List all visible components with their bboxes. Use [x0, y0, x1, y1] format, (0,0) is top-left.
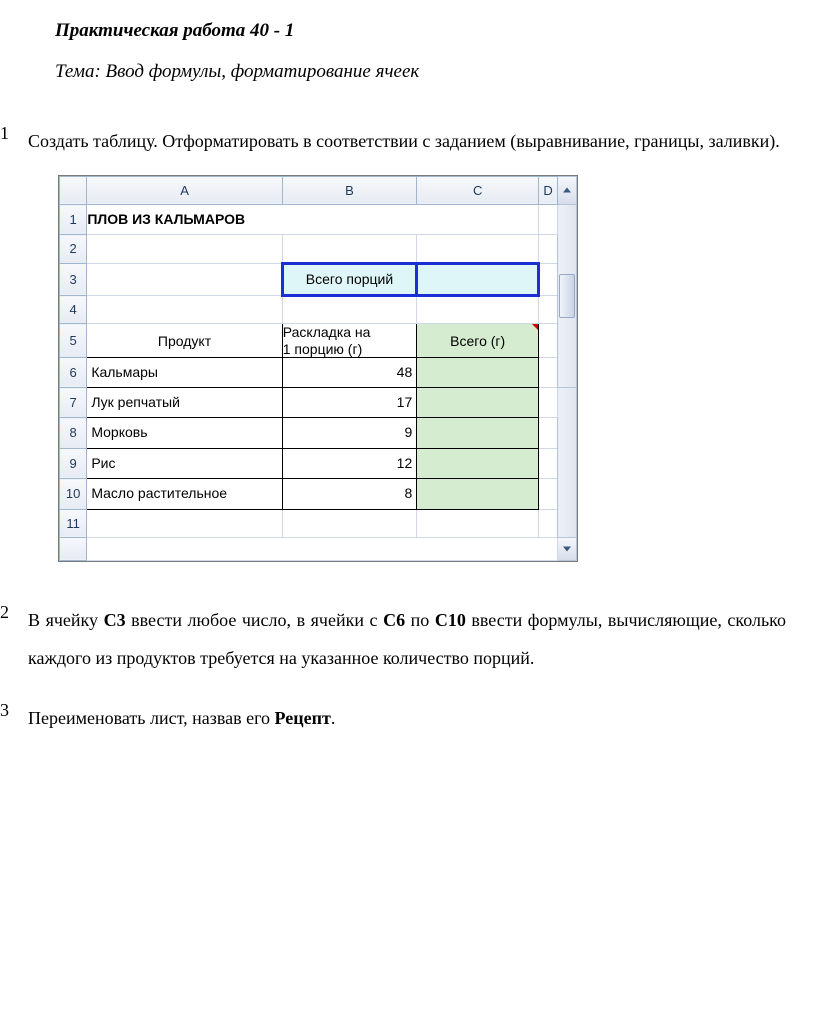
cell-D11[interactable] — [539, 509, 558, 537]
cell-C10[interactable] — [417, 479, 539, 509]
cell-A5[interactable]: Продукт — [87, 324, 282, 357]
cell-D3[interactable] — [539, 263, 558, 295]
task-num: 2 — [0, 602, 28, 678]
cell-A7[interactable]: Лук репчатый — [87, 388, 282, 418]
cell-ref-C6: С6 — [383, 610, 405, 630]
cell-B8[interactable]: 9 — [282, 418, 417, 448]
text: В ячейку — [28, 610, 104, 630]
cell-D8[interactable] — [539, 418, 558, 448]
col-header-D[interactable]: D — [539, 176, 558, 204]
cell-B10[interactable]: 8 — [282, 479, 417, 509]
cell-A3[interactable] — [87, 263, 282, 295]
row-header-4[interactable]: 4 — [60, 296, 87, 324]
row-header-10[interactable]: 10 — [60, 479, 87, 509]
select-all-corner[interactable] — [60, 176, 87, 204]
cell-B5-line2: 1 порцию (г) — [283, 341, 363, 357]
cell-D10[interactable] — [539, 479, 558, 509]
task-body: В ячейку С3 ввести любое число, в ячейки… — [28, 602, 786, 678]
text: по — [405, 610, 435, 630]
cell-D1[interactable] — [539, 205, 558, 235]
scroll-up-button[interactable] — [558, 176, 577, 204]
task-body: Создать таблицу. Отформатировать в соотв… — [28, 123, 786, 580]
task-item-3: 3 Переименовать лист, назвав его Рецепт. — [0, 700, 786, 738]
task-num: 1 — [0, 123, 28, 580]
task-body: Переименовать лист, назвав его Рецепт. — [28, 700, 786, 738]
cell-A11[interactable] — [87, 509, 282, 537]
col-header-B[interactable]: B — [282, 176, 417, 204]
cell-C8[interactable] — [417, 418, 539, 448]
cell-C11[interactable] — [417, 509, 539, 537]
cell-B5-line1: Раскладка на — [283, 324, 371, 340]
cell-ref-C10: С10 — [435, 610, 466, 630]
cell-D9[interactable] — [539, 448, 558, 478]
cell-C3[interactable] — [417, 263, 539, 295]
cell-B5[interactable]: Раскладка на 1 порцию (г) — [282, 324, 417, 357]
task-item-2: 2 В ячейку С3 ввести любое число, в ячей… — [0, 602, 786, 678]
row-header-3[interactable]: 3 — [60, 263, 87, 295]
cell-C2[interactable] — [417, 235, 539, 263]
col-header-C[interactable]: C — [417, 176, 539, 204]
cell-A2[interactable] — [87, 235, 282, 263]
cell-D7[interactable] — [539, 388, 558, 418]
cell-A8[interactable]: Морковь — [87, 418, 282, 448]
row-header-5[interactable]: 5 — [60, 324, 87, 357]
scroll-track[interactable] — [558, 205, 577, 388]
scroll-down-button[interactable] — [558, 537, 577, 560]
cell-B6[interactable]: 48 — [282, 357, 417, 387]
cell-A9[interactable]: Рис — [87, 448, 282, 478]
task-text: Создать таблицу. Отформатировать в соотв… — [28, 131, 780, 151]
cell-B9[interactable]: 12 — [282, 448, 417, 478]
cell-A4[interactable] — [87, 296, 282, 324]
cell-B11[interactable] — [282, 509, 417, 537]
cell-B4[interactable] — [282, 296, 417, 324]
cell-D4[interactable] — [539, 296, 558, 324]
cell-B2[interactable] — [282, 235, 417, 263]
row-header-9[interactable]: 9 — [60, 448, 87, 478]
row-header-2[interactable]: 2 — [60, 235, 87, 263]
text: Переименовать лист, назвав его — [28, 708, 275, 728]
cell-B3[interactable]: Всего порций — [282, 263, 417, 295]
cell-ref-C3: С3 — [104, 610, 126, 630]
scroll-thumb[interactable] — [559, 274, 575, 318]
cell-A1[interactable]: ПЛОВ ИЗ КАЛЬМАРОВ — [87, 205, 539, 235]
spreadsheet-grid: A B C D 1 ПЛОВ ИЗ КАЛЬМАРОВ 2 — [59, 176, 577, 561]
cell-blank-row — [87, 537, 558, 560]
cell-D2[interactable] — [539, 235, 558, 263]
cell-B7[interactable]: 17 — [282, 388, 417, 418]
doc-title: Практическая работа 40 - 1 — [55, 20, 786, 42]
cell-C9[interactable] — [417, 448, 539, 478]
cell-C6[interactable] — [417, 357, 539, 387]
col-header-A[interactable]: A — [87, 176, 282, 204]
text: . — [331, 708, 336, 728]
scroll-track-lower[interactable] — [558, 388, 577, 538]
task-num: 3 — [0, 700, 28, 738]
sheet-name: Рецепт — [275, 708, 331, 728]
spreadsheet-screenshot: A B C D 1 ПЛОВ ИЗ КАЛЬМАРОВ 2 — [58, 175, 578, 562]
cell-C7[interactable] — [417, 388, 539, 418]
doc-subtitle: Тема: Ввод формулы, форматирование ячеек — [55, 61, 786, 83]
cell-C5[interactable]: Всего (г) — [417, 324, 539, 357]
row-header-11[interactable]: 11 — [60, 509, 87, 537]
cell-D6[interactable] — [539, 357, 558, 387]
row-header-6[interactable]: 6 — [60, 357, 87, 387]
row-header-blank — [60, 537, 87, 560]
cell-A6[interactable]: Кальмары — [87, 357, 282, 387]
text: ввести любое число, в ячейки с — [126, 610, 384, 630]
task-item-1: 1 Создать таблицу. Отформатировать в соо… — [0, 123, 786, 580]
cell-C4[interactable] — [417, 296, 539, 324]
cell-D5[interactable] — [539, 324, 558, 357]
row-header-7[interactable]: 7 — [60, 388, 87, 418]
row-header-1[interactable]: 1 — [60, 205, 87, 235]
cell-A10[interactable]: Масло растительное — [87, 479, 282, 509]
row-header-8[interactable]: 8 — [60, 418, 87, 448]
